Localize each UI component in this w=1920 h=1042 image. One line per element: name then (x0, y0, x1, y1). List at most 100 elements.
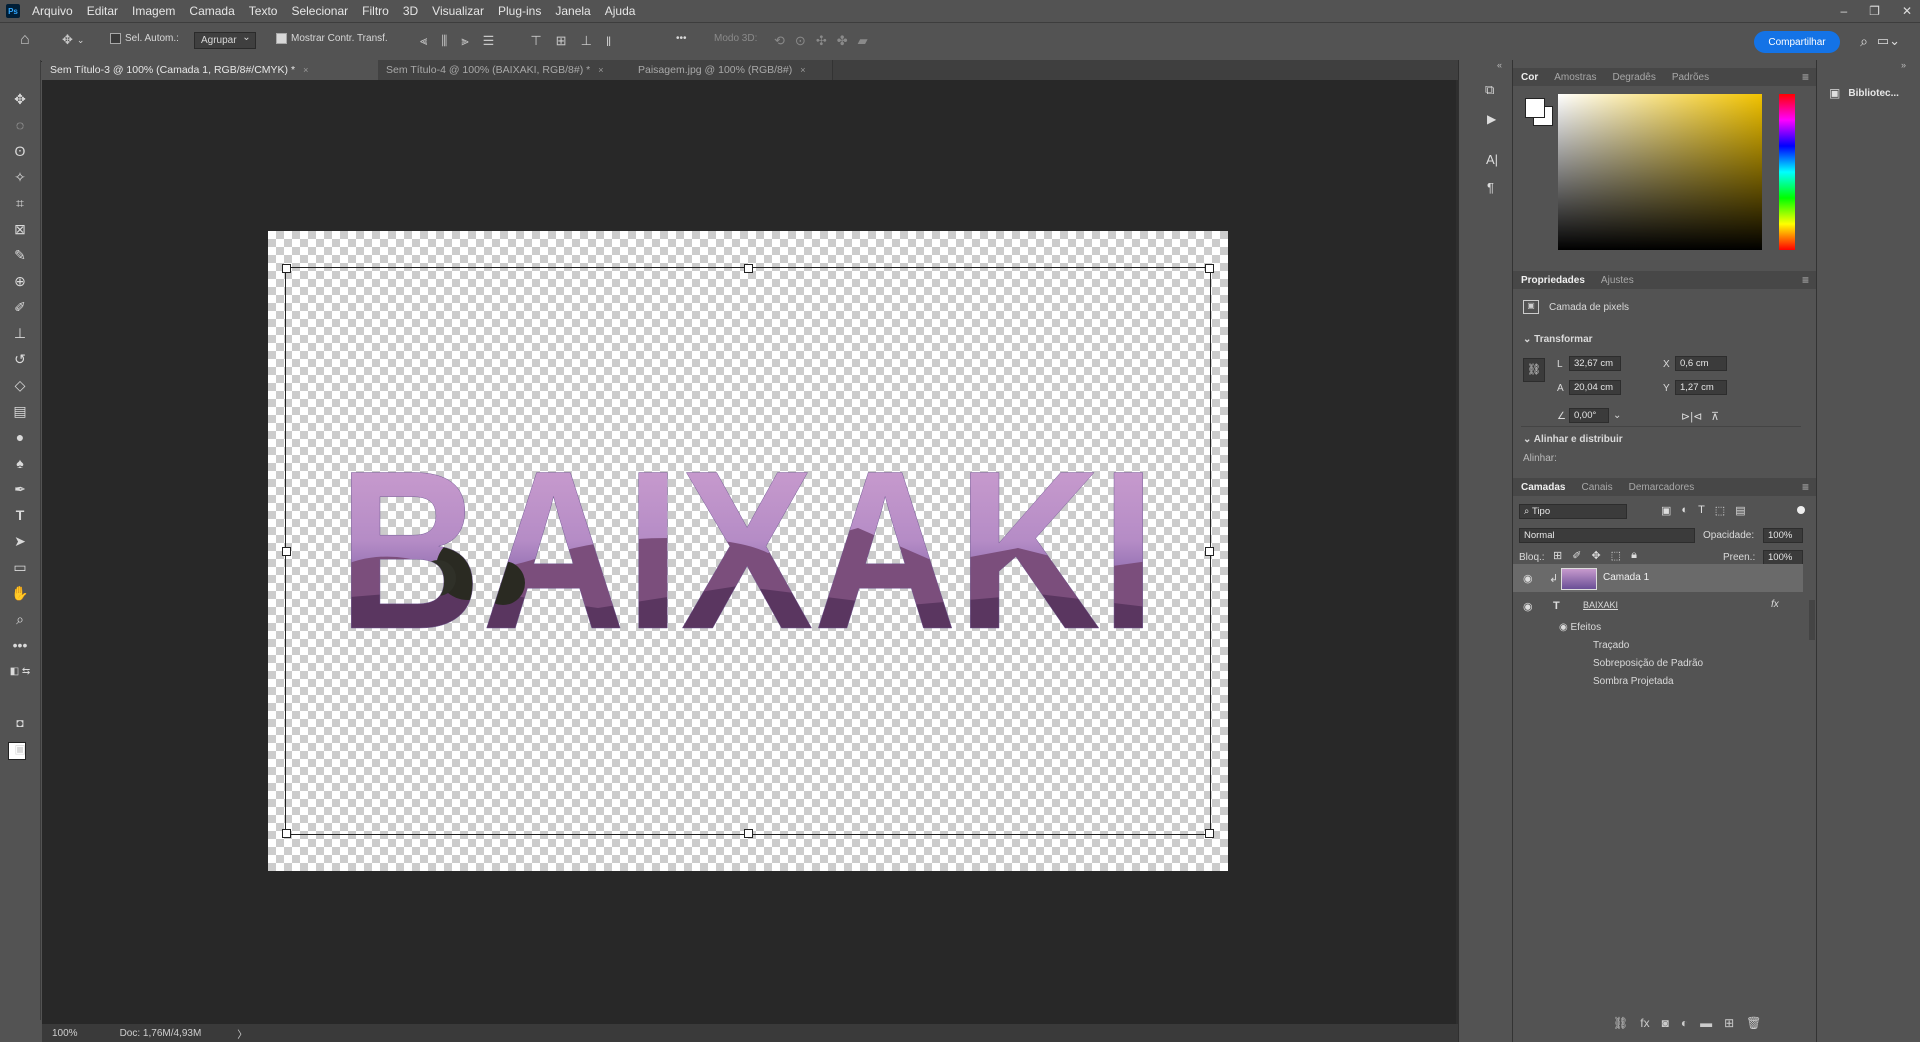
tab-cor[interactable]: Cor (1521, 72, 1538, 83)
collapse-icon[interactable]: « (1497, 60, 1502, 70)
layer-name[interactable]: BAIXAKI (1583, 600, 1618, 610)
tab-propriedades[interactable]: Propriedades (1521, 275, 1585, 286)
layers-scrollbar[interactable] (1809, 600, 1815, 640)
panel-menu-icon[interactable]: ≡ (1802, 273, 1809, 287)
opacity-field[interactable]: 100% (1763, 528, 1803, 543)
brush-tool-icon[interactable]: ✐ (6, 296, 34, 318)
hue-slider[interactable] (1779, 94, 1795, 250)
y-field[interactable]: 1,27 cm (1675, 380, 1727, 395)
layer-row-baixaki[interactable]: ◉ T BAIXAKI fx (1513, 592, 1803, 620)
transform-handle-right[interactable] (1205, 547, 1214, 556)
add-mask-icon[interactable]: ◙ (1662, 1016, 1669, 1030)
filter-smart-object-icon[interactable]: ▤ (1735, 504, 1745, 517)
tab-camadas[interactable]: Camadas (1521, 482, 1565, 493)
close-tab-icon[interactable]: × (598, 65, 603, 75)
drag-3d-icon[interactable]: ✣ (816, 33, 827, 49)
delete-layer-icon[interactable]: 🗑︎ (1746, 1016, 1761, 1030)
lock-transparency-icon[interactable]: ⊞ (1553, 549, 1562, 562)
zoom-tool-icon[interactable]: ⌕ (6, 608, 34, 630)
effects-row[interactable]: ◉ Efeitos (1559, 622, 1601, 633)
quick-mask-icon[interactable]: ◘ (6, 712, 34, 734)
transform-handle-bottom-left[interactable] (282, 829, 291, 838)
eraser-tool-icon[interactable]: ◇ (6, 374, 34, 396)
fx-button-icon[interactable]: fx (1640, 1016, 1649, 1030)
actions-panel-icon[interactable]: ▶ (1487, 112, 1496, 126)
history-brush-tool-icon[interactable]: ↺ (6, 348, 34, 370)
transform-section-title[interactable]: ⌄ Transformar (1523, 334, 1593, 345)
tab-paisagem[interactable]: Paisagem.jpg @ 100% (RGB/8#) × (630, 60, 833, 80)
move-tool-icon[interactable]: ✥ (6, 88, 34, 110)
lock-position-icon[interactable]: ✥ (1591, 549, 1600, 562)
width-field[interactable]: 32,67 cm (1569, 356, 1621, 371)
transform-handle-left[interactable] (282, 547, 291, 556)
flip-vertical-icon[interactable]: ⊼ (1711, 410, 1719, 423)
group-dropdown[interactable]: Agrupar (194, 32, 256, 49)
menu-camada[interactable]: Camada (189, 4, 234, 18)
visibility-eye-icon[interactable]: ◉ (1523, 572, 1533, 585)
filter-pixel-icon[interactable]: ▣ (1661, 504, 1671, 517)
blur-tool-icon[interactable]: ● (6, 426, 34, 448)
layer-row-camada-1[interactable]: ◉ ↲ Camada 1 (1513, 564, 1803, 592)
transform-handle-top-left[interactable] (282, 264, 291, 273)
blend-mode-dropdown[interactable]: Normal (1519, 528, 1695, 543)
tab-demarcadores[interactable]: Demarcadores (1629, 482, 1695, 493)
transform-handle-top[interactable] (744, 264, 753, 273)
fx-icon[interactable]: fx (1771, 599, 1779, 610)
tab-padroes[interactable]: Padrões (1672, 72, 1709, 83)
effect-sobreposicao-padrao[interactable]: Sobreposição de Padrão (1593, 658, 1703, 669)
menu-janela[interactable]: Janela (555, 4, 590, 18)
share-button[interactable]: Compartilhar (1754, 31, 1840, 53)
camera-3d-icon[interactable]: ▰ (858, 33, 868, 49)
menu-filtro[interactable]: Filtro (362, 4, 389, 18)
dodge-tool-icon[interactable]: ♠ (6, 452, 34, 474)
menu-editar[interactable]: Editar (87, 4, 118, 18)
link-layers-icon[interactable]: ⛓ (1613, 1016, 1628, 1030)
clone-stamp-tool-icon[interactable]: ⊥ (6, 322, 34, 344)
show-transform-checkbox[interactable]: Mostrar Contr. Transf. (276, 33, 388, 44)
effect-tracado[interactable]: Traçado (1593, 640, 1629, 651)
x-field[interactable]: 0,6 cm (1675, 356, 1727, 371)
align-right-icon[interactable]: ⫸ (461, 33, 468, 49)
lock-artboard-icon[interactable]: ⬚ (1611, 549, 1621, 562)
history-panel-icon[interactable]: ⧉ (1485, 82, 1494, 98)
transform-bounding-box[interactable] (282, 264, 1214, 838)
menu-texto[interactable]: Texto (249, 4, 278, 18)
panel-menu-icon[interactable]: ≡ (1802, 70, 1809, 84)
workspace-icon[interactable]: ▭⌄ (1877, 33, 1900, 49)
height-field[interactable]: 20,04 cm (1569, 380, 1621, 395)
tab-sem-titulo-3[interactable]: Sem Título-3 @ 100% (Camada 1, RGB/8#/CM… (42, 60, 384, 80)
marquee-tool-icon[interactable]: ◌ (6, 114, 34, 136)
pen-tool-icon[interactable]: ✒ (6, 478, 34, 500)
tab-sem-titulo-4[interactable]: Sem Título-4 @ 100% (BAIXAKI, RGB/8#) * × (378, 60, 633, 80)
path-selection-tool-icon[interactable]: ➤ (6, 530, 34, 552)
color-field[interactable] (1558, 94, 1762, 250)
auto-select-checkbox[interactable]: Sel. Autom.: (110, 33, 179, 44)
roll-3d-icon[interactable]: ⊙ (795, 33, 806, 49)
filter-adjustment-icon[interactable]: ◐ (1681, 504, 1688, 517)
minimize-button[interactable]: – (1840, 4, 1847, 18)
rectangle-tool-icon[interactable]: ▭ (6, 556, 34, 578)
menu-3d[interactable]: 3D (403, 4, 418, 18)
character-panel-icon[interactable]: A| (1486, 152, 1498, 167)
more-options-button[interactable]: ••• (676, 33, 687, 44)
lock-all-icon[interactable]: 🔒︎ (1631, 549, 1637, 562)
tab-canais[interactable]: Canais (1581, 482, 1612, 493)
align-left-icon[interactable]: ⫷ (420, 33, 427, 49)
default-colors-icon[interactable]: ◧ ⇆ (6, 660, 34, 682)
filter-toggle[interactable] (1797, 506, 1805, 514)
filter-type-icon[interactable]: T (1698, 504, 1705, 517)
transform-handle-bottom-right[interactable] (1205, 829, 1214, 838)
fg-color-swatch[interactable] (1525, 98, 1545, 118)
healing-brush-tool-icon[interactable]: ⊕ (6, 270, 34, 292)
flip-horizontal-icon[interactable]: ⊳|⊲ (1681, 410, 1702, 423)
menu-ajuda[interactable]: Ajuda (605, 4, 636, 18)
frame-tool-icon[interactable]: ⊠ (6, 218, 34, 240)
eyedropper-tool-icon[interactable]: ✎ (6, 244, 34, 266)
type-tool-icon[interactable]: T (6, 504, 34, 526)
new-group-icon[interactable]: ▬ (1700, 1016, 1712, 1030)
tab-degrades[interactable]: Degradês (1612, 72, 1655, 83)
angle-field[interactable]: 0,00° (1569, 408, 1609, 423)
gradient-tool-icon[interactable]: ▤ (6, 400, 34, 422)
layer-name[interactable]: Camada 1 (1603, 572, 1649, 583)
close-button[interactable]: ✕ (1902, 4, 1912, 18)
